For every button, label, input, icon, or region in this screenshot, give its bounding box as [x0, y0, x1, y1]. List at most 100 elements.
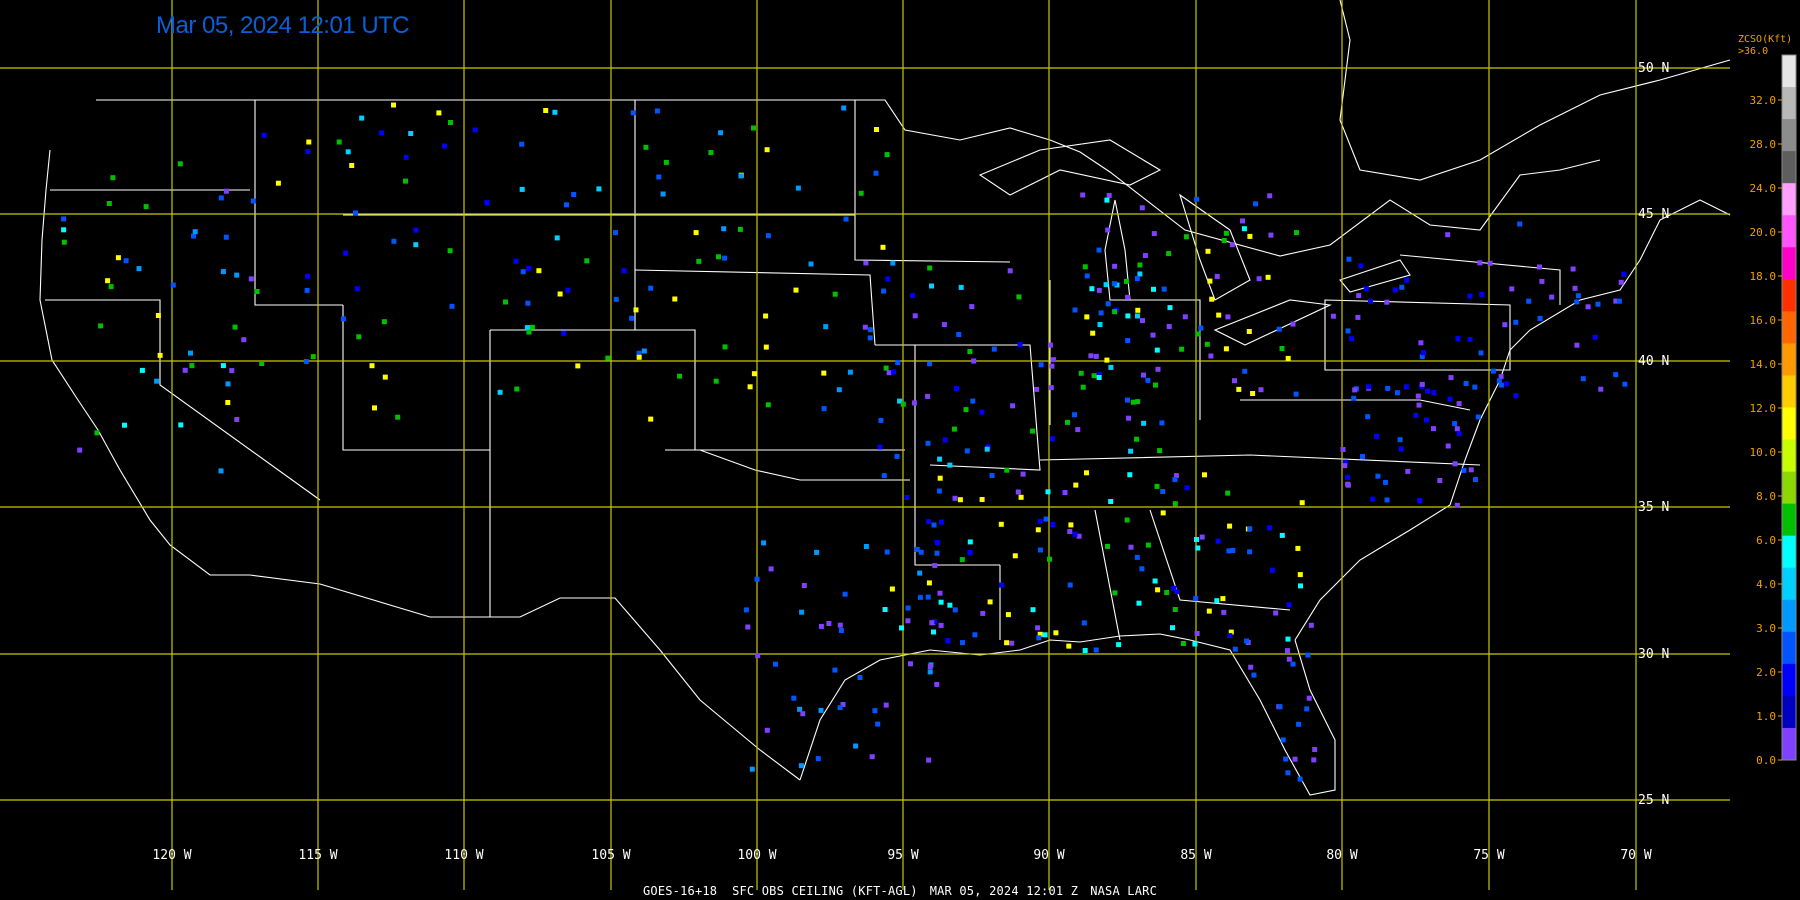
latitude-label: 50 N: [1638, 61, 1669, 76]
station-dot: [1244, 638, 1250, 644]
station-dot: [1452, 421, 1458, 427]
station-dot: [905, 618, 911, 624]
station-dot: [696, 258, 702, 264]
station-dot: [1112, 309, 1118, 315]
station-dot: [1283, 756, 1289, 762]
station-dot: [1349, 336, 1354, 342]
longitude-label: 120 W: [152, 848, 191, 863]
station-dot: [929, 620, 935, 626]
station-dot: [1517, 221, 1523, 227]
station-dot: [1413, 412, 1419, 418]
station-dot: [1096, 247, 1102, 253]
footer-datetime: MAR 05, 2024 12:01 Z: [929, 884, 1079, 898]
station-dot: [359, 115, 365, 121]
station-dot: [613, 230, 618, 236]
station-dot: [1084, 314, 1090, 320]
station-dot: [853, 743, 859, 749]
station-dot: [1277, 704, 1283, 710]
station-dot: [910, 293, 915, 299]
station-dot: [1164, 590, 1170, 595]
station-dot: [1154, 347, 1160, 353]
station-dot: [1048, 385, 1054, 391]
station-dot: [1285, 636, 1291, 642]
station-dot: [514, 386, 520, 392]
station-dot: [1160, 510, 1166, 516]
station-dot: [1154, 483, 1160, 489]
longitude-label: 85 W: [1180, 848, 1211, 863]
legend-tick-label: 32.0: [1750, 94, 1777, 107]
station-dot: [177, 161, 183, 167]
station-dot: [1585, 304, 1591, 310]
station-dot: [108, 284, 114, 290]
station-dot: [575, 363, 581, 369]
station-dot: [938, 599, 944, 605]
station-dot: [178, 422, 184, 428]
station-dot: [557, 291, 563, 297]
station-dot: [1290, 661, 1296, 667]
station-dot: [926, 580, 932, 586]
station-dot: [970, 398, 976, 404]
station-dot: [275, 180, 281, 186]
station-dot: [1384, 497, 1390, 503]
station-dot: [1399, 284, 1405, 290]
station-dot: [1472, 384, 1478, 390]
legend-color-swatch: [1782, 183, 1796, 216]
station-dot: [1042, 632, 1048, 638]
station-dot: [1141, 372, 1146, 378]
station-dot: [218, 468, 224, 474]
station-dot: [917, 594, 923, 600]
station-dot: [225, 400, 231, 405]
station-dot: [1383, 479, 1388, 485]
station-dot: [1007, 268, 1013, 274]
station-dot: [927, 265, 933, 271]
station-dot: [1020, 471, 1026, 477]
legend-color-swatch: [1782, 375, 1796, 408]
station-dot: [795, 185, 801, 191]
product-footer: GOES-16+18 SFC OBS CEILING (KFT-AGL) MAR …: [0, 884, 1800, 898]
legend-color-swatch: [1782, 503, 1796, 537]
station-dot: [1537, 315, 1543, 321]
station-dot: [900, 401, 906, 407]
longitude-label: 105 W: [591, 848, 630, 863]
station-dot: [808, 261, 814, 267]
station-dot: [1208, 353, 1214, 359]
station-dot: [1227, 523, 1233, 529]
station-dot: [1445, 232, 1451, 238]
station-dot: [863, 544, 869, 549]
station-dot: [1166, 324, 1172, 329]
latitude-label: 35 N: [1638, 500, 1669, 515]
station-dot: [1096, 375, 1102, 380]
longitude-label: 115 W: [298, 848, 337, 863]
station-dot: [768, 566, 774, 572]
station-dot: [170, 282, 176, 288]
station-dot: [369, 363, 375, 369]
station-dot: [1067, 529, 1073, 534]
longitude-label: 95 W: [887, 848, 918, 863]
station-dot: [525, 300, 531, 306]
station-dot: [737, 226, 743, 232]
legend-tick-label: 8.0: [1756, 490, 1776, 503]
station-dot: [1206, 608, 1212, 614]
longitude-label: 90 W: [1033, 848, 1064, 863]
legend-tick-label: 2.0: [1756, 666, 1776, 679]
station-dot: [663, 159, 669, 165]
station-dot: [912, 313, 918, 319]
station-dot: [225, 381, 231, 387]
station-dot: [596, 186, 602, 192]
station-dot: [960, 640, 965, 646]
station-dot: [956, 332, 962, 337]
station-dot: [1134, 436, 1140, 442]
station-dot: [241, 337, 247, 343]
station-dot: [1452, 461, 1458, 467]
station-dot: [837, 622, 843, 628]
station-dot: [867, 327, 873, 333]
station-dot: [872, 708, 878, 714]
station-dot: [1312, 747, 1318, 752]
station-dot: [1103, 282, 1109, 288]
station-dot: [1269, 567, 1275, 573]
station-dot: [1330, 313, 1336, 319]
station-dot: [925, 440, 931, 446]
station-dot: [880, 244, 886, 250]
station-dot: [1226, 548, 1232, 554]
station-dot: [1204, 341, 1210, 347]
